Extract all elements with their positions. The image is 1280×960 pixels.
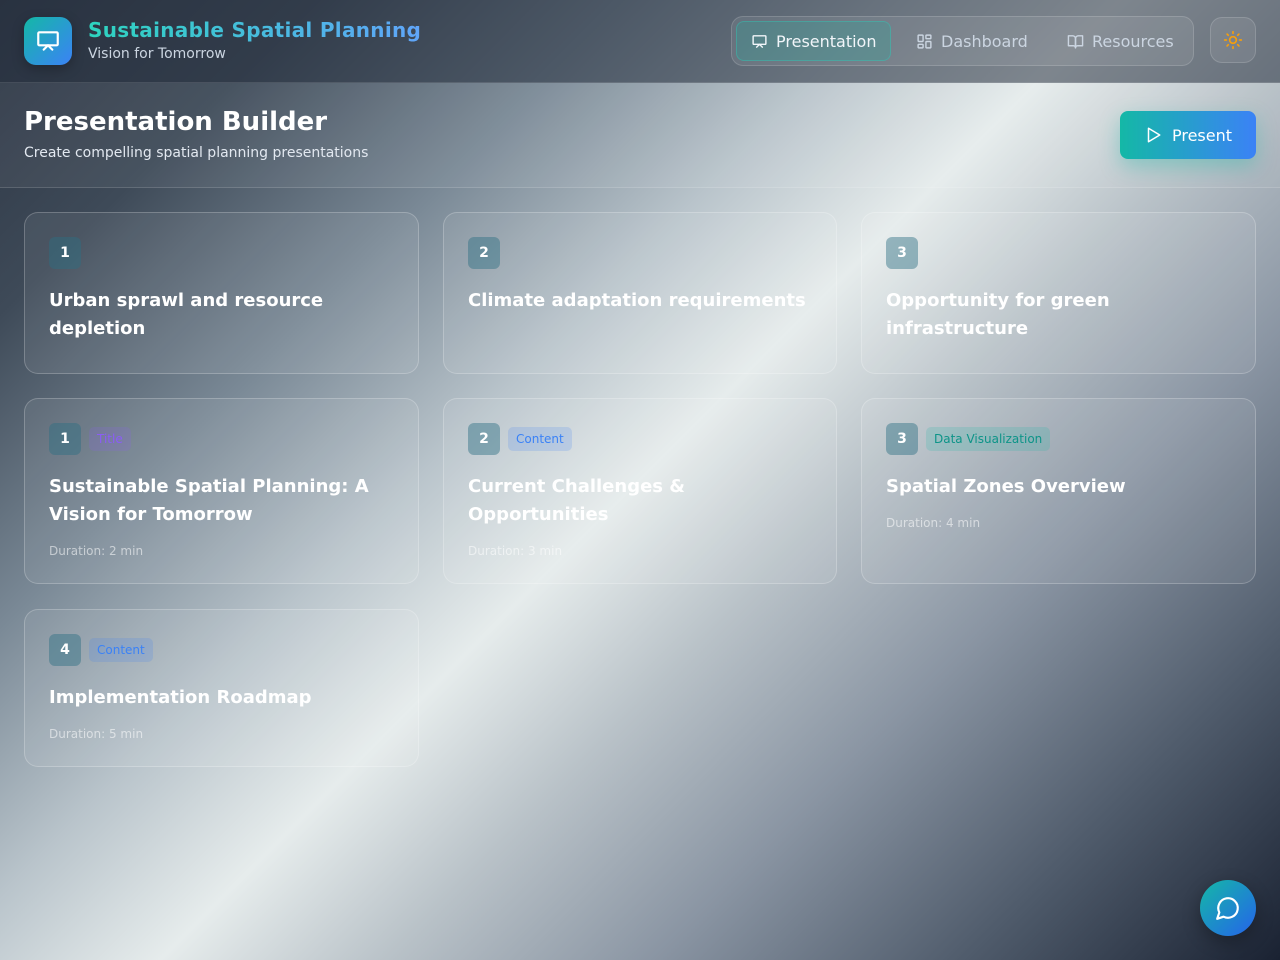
point-card[interactable]: 2 Climate adaptation requirements (443, 212, 837, 374)
slide-title: Spatial Zones Overview (886, 476, 1126, 497)
book-icon (1067, 34, 1084, 49)
slide-type-badge: Content (89, 638, 153, 662)
point-number: 1 (49, 237, 81, 269)
slide-duration: Duration: 3 min (468, 544, 563, 558)
app-title: Sustainable Spatial Planning (88, 18, 422, 42)
grid-icon (917, 33, 932, 49)
point-text: Urban sprawl and resource depletion (49, 290, 324, 339)
tab-label: Dashboard (941, 31, 1028, 51)
page-subtitle: Create compelling spatial planning prese… (24, 145, 369, 161)
slide-number: 1 (49, 423, 81, 455)
point-text: Opportunity for green infrastructure (886, 290, 1110, 339)
presentation-icon (752, 34, 767, 48)
slide-number: 2 (468, 423, 500, 455)
tab-label: Presentation (776, 31, 877, 51)
point-text: Climate adaptation requirements (468, 290, 806, 311)
app-header: Sustainable Spatial Planning Vision for … (0, 0, 1280, 83)
slide-type-badge: Title (89, 427, 131, 451)
slide-card[interactable]: 1 Title Sustainable Spatial Planning: A … (24, 398, 419, 584)
slide-card[interactable]: 4 Content Implementation Roadmap Duratio… (24, 609, 419, 767)
point-card[interactable]: 3 Opportunity for green infrastructure (861, 212, 1256, 374)
point-card[interactable]: 1 Urban sprawl and resource depletion (24, 212, 419, 374)
point-number: 3 (886, 237, 918, 269)
slide-card[interactable]: 3 Data Visualization Spatial Zones Overv… (861, 398, 1256, 584)
page-title: Presentation Builder (24, 107, 328, 137)
tab-presentation[interactable]: Presentation (736, 21, 892, 61)
present-label: Present (1171, 125, 1233, 145)
tab-dashboard[interactable]: Dashboard (902, 21, 1042, 61)
tab-label: Resources (1092, 31, 1174, 51)
slide-number: 4 (49, 634, 81, 666)
slide-card[interactable]: 2 Content Current Challenges & Opportuni… (443, 398, 837, 584)
sun-icon (1223, 30, 1243, 50)
app-subtitle: Vision for Tomorrow (88, 46, 226, 62)
slide-title: Implementation Roadmap (49, 687, 312, 708)
slide-type-badge: Data Visualization (926, 427, 1051, 451)
slide-number: 3 (886, 423, 918, 455)
slide-title: Current Challenges & Opportunities (468, 476, 685, 525)
tab-resources[interactable]: Resources (1053, 21, 1188, 61)
builder-header: Presentation Builder Create compelling s… (0, 83, 1280, 188)
slide-duration: Duration: 2 min (49, 544, 144, 558)
point-number: 2 (468, 237, 500, 269)
chat-icon (1216, 897, 1239, 920)
theme-toggle-button[interactable] (1210, 17, 1256, 63)
slide-duration: Duration: 4 min (886, 516, 981, 530)
main-nav: Presentation Dashboard Resources (731, 16, 1194, 66)
slide-title: Sustainable Spatial Planning: A Vision f… (49, 476, 369, 525)
present-button[interactable]: Present (1120, 111, 1256, 159)
app-logo (24, 17, 72, 65)
presentation-icon (37, 31, 59, 51)
chat-button[interactable] (1200, 880, 1256, 936)
play-icon (1147, 127, 1161, 143)
slide-type-badge: Content (508, 427, 572, 451)
slide-duration: Duration: 5 min (49, 727, 144, 741)
